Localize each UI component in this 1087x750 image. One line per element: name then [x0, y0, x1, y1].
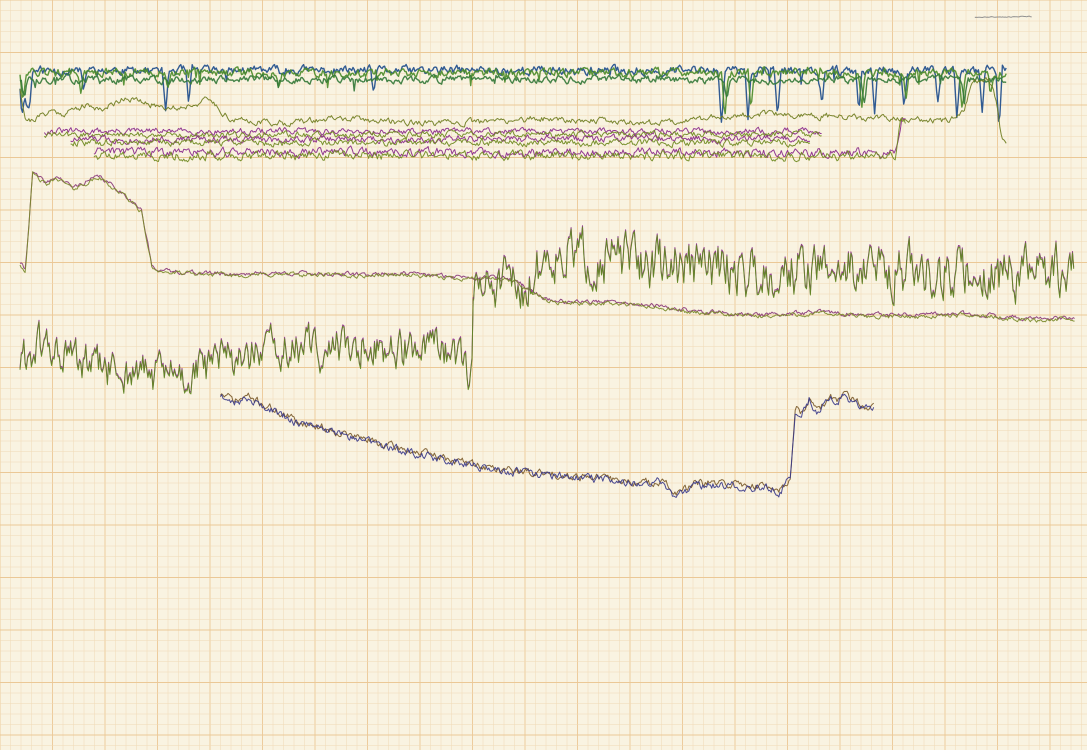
series-lines: [19, 15, 1075, 498]
chart-plot: [0, 0, 1087, 750]
series-line-lower-trace: [220, 390, 875, 496]
series-line-small-top-right: [974, 15, 1032, 18]
series-line-large-trace: [19, 171, 1075, 322]
series-line-volatile-right: [473, 226, 1075, 309]
grid: [0, 0, 1087, 750]
graph-paper: [0, 0, 1087, 750]
series-line-lower-trace: [219, 393, 875, 498]
series-line-volatile-right: [473, 225, 1075, 308]
